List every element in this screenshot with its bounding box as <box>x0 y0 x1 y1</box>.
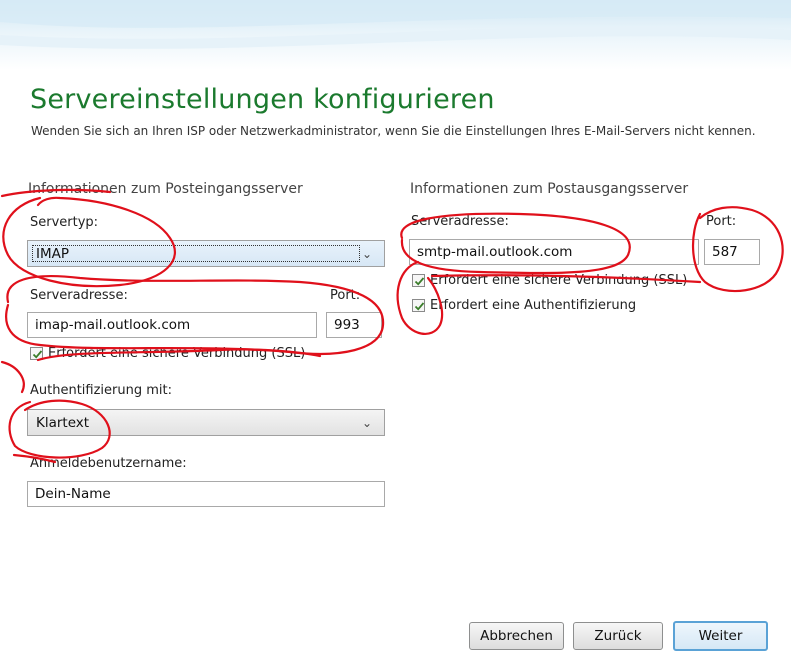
auth-method-label: Authentifizierung mit: <box>30 383 172 398</box>
chevron-down-icon: ⌄ <box>361 415 373 430</box>
incoming-port-input[interactable]: 993 <box>326 312 382 338</box>
outgoing-ssl-checkbox[interactable]: Erfordert eine sichere Verbindung (SSL) <box>412 273 687 288</box>
outgoing-auth-label: Erfordert eine Authentifizierung <box>430 298 637 313</box>
incoming-section-title: Informationen zum Posteingangsserver <box>28 181 303 197</box>
server-type-select[interactable]: IMAP ⌄ <box>27 240 385 267</box>
next-button[interactable]: Weiter <box>673 621 768 651</box>
server-type-label: Servertyp: <box>30 215 99 230</box>
incoming-server-address-input[interactable]: imap-mail.outlook.com <box>27 312 317 338</box>
auth-method-value: Klartext <box>36 414 90 431</box>
incoming-server-address-label: Serveradresse: <box>30 288 128 303</box>
outgoing-ssl-label: Erfordert eine sichere Verbindung (SSL) <box>430 273 688 288</box>
checkbox-box[interactable] <box>30 347 43 360</box>
checkbox-box[interactable] <box>412 299 425 312</box>
annotation-mark-left <box>0 360 25 394</box>
username-label: Anmeldebenutzername: <box>30 456 187 471</box>
username-input[interactable]: Dein-Name <box>27 481 385 507</box>
incoming-ssl-label: Erfordert eine sichere Verbindung (SSL) <box>48 346 306 361</box>
chevron-down-icon: ⌄ <box>361 246 373 261</box>
outgoing-section-title: Informationen zum Postausgangsserver <box>410 181 689 197</box>
incoming-ssl-checkbox[interactable]: Erfordert eine sichere Verbindung (SSL) <box>30 346 305 361</box>
server-type-value: IMAP <box>36 245 70 262</box>
page-title: Servereinstellungen konfigurieren <box>30 84 495 115</box>
checkmark-icon <box>32 350 43 359</box>
checkmark-icon <box>414 302 425 311</box>
banner-swoosh <box>0 0 791 49</box>
outgoing-server-address-input[interactable]: smtp-mail.outlook.com <box>409 239 699 265</box>
page-subtitle: Wenden Sie sich an Ihren ISP oder Netzwe… <box>31 124 756 138</box>
outgoing-port-label: Port: <box>706 214 737 229</box>
cancel-button[interactable]: Abbrechen <box>469 622 564 650</box>
outgoing-auth-checkbox[interactable]: Erfordert eine Authentifizierung <box>412 298 636 313</box>
outgoing-port-input[interactable]: 587 <box>704 239 760 265</box>
header-banner <box>0 0 791 70</box>
back-button[interactable]: Zurück <box>573 622 663 650</box>
incoming-port-label: Port: <box>330 288 361 303</box>
checkbox-box[interactable] <box>412 274 425 287</box>
checkmark-icon <box>414 277 425 286</box>
outgoing-server-address-label: Serveradresse: <box>411 214 509 229</box>
auth-method-select[interactable]: Klartext ⌄ <box>27 409 385 436</box>
